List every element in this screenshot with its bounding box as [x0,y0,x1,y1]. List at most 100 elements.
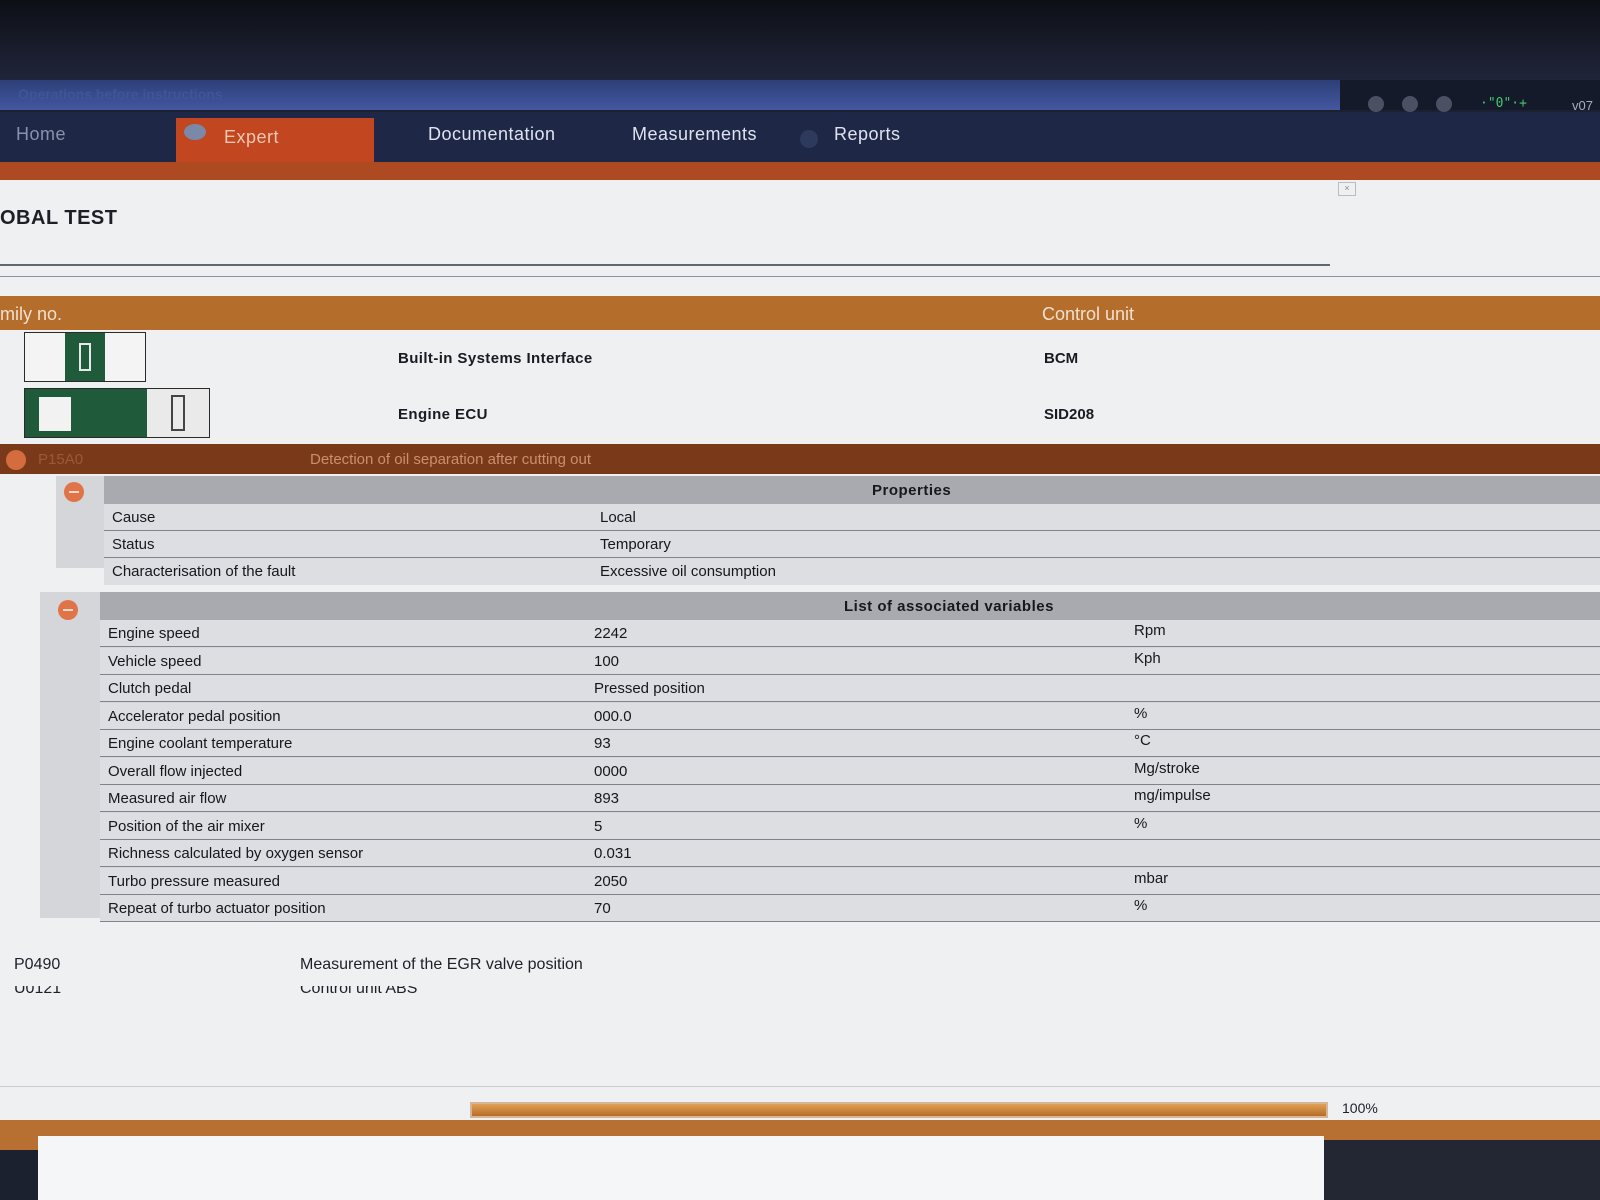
variable-unit: mbar [1134,869,1169,887]
progress-fill [472,1104,1326,1116]
variable-value: 5 [594,817,603,835]
variables-title: List of associated variables [844,598,1054,615]
property-label: Cause [112,509,156,526]
property-row: Cause Local [104,504,1600,531]
fault-description[interactable]: Control unit ABS [300,986,417,996]
back-icon[interactable] [1368,96,1384,112]
property-row: Status Temporary [104,531,1600,558]
table-header: mily no. Control unit [0,296,1600,330]
collapse-icon[interactable] [6,450,26,470]
progress-percent: 100% [1342,1100,1378,1116]
property-label: Characterisation of the fault [112,563,296,580]
variable-value: 2242 [594,625,628,642]
variable-unit: % [1134,814,1148,832]
variable-row: Richness calculated by oxygen sensor 0.03… [100,840,1600,867]
variable-label: Engine speed [108,625,200,642]
ecu-code: SID208 [1044,406,1095,423]
nav-underline [0,162,1600,180]
variable-label: Overall flow injected [108,762,243,780]
fault-description[interactable]: Measurement of the EGR valve position [300,956,583,974]
variable-label: Position of the air mixer [108,817,265,835]
fault-code[interactable]: U0121 [14,986,61,996]
property-value: Excessive oil consumption [600,563,776,580]
page-title: OBAL TEST [0,207,118,229]
column-family-no: mily no. [0,304,63,324]
fault-row-expanded[interactable]: P15A0 Detection of oil separation after … [0,444,1600,474]
property-label: Status [112,536,155,553]
variable-value: 893 [594,790,620,807]
variable-unit: % [1134,897,1148,914]
ecu-row-engine[interactable]: Engine ECU SID208 [0,388,1600,440]
collapse-variables-icon[interactable] [58,600,78,620]
close-icon[interactable]: × [1338,182,1356,196]
fault-code: P15A0 [38,451,84,468]
fault-code[interactable]: P0490 [14,956,60,974]
window-title: Operations before instructions [18,86,223,102]
variable-value: 0.031 [594,845,632,862]
variable-label: Clutch pedal [108,680,192,697]
variable-row: Turbo pressure measured 2050 mbar [100,867,1600,895]
tab-measurements[interactable]: Measurements [632,124,757,145]
variable-unit: Rpm [1134,622,1166,639]
variable-label: Accelerator pedal position [108,707,281,725]
properties-title: Properties [872,482,952,499]
variable-value: 93 [594,735,611,752]
ecu-code: BCM [1044,350,1079,367]
divider [0,1086,1600,1087]
variable-label: Repeat of turbo actuator position [108,900,326,917]
variable-unit: Mg/stroke [1134,759,1200,777]
variable-row: Repeat of turbo actuator position 70% [100,895,1600,922]
ecu-row-bcm[interactable]: Built-in Systems Interface BCM [0,332,1600,384]
bsi-icon [24,332,146,382]
version-label: v07 [1572,98,1593,113]
variable-unit: °C [1134,732,1151,749]
variable-value: 000.0 [594,707,632,725]
progress-bar [470,1102,1328,1118]
property-row: Characterisation of the fault Excessive … [104,558,1600,585]
tab-home[interactable]: Home [16,124,66,145]
variable-row: Position of the air mixer 5% [100,812,1600,840]
variable-row: Clutch pedal Pressed position [100,675,1600,702]
variable-value: 2050 [594,872,628,890]
main-content: × OBAL TEST mily no. Control unit Built-… [0,180,1600,1120]
variable-unit: % [1134,704,1148,722]
variable-value: 70 [594,900,611,917]
variable-row: Overall flow injected 0000 Mg/stroke [100,757,1600,785]
variable-label: Engine coolant temperature [108,735,293,752]
screen-bezel [0,0,1600,80]
variable-label: Vehicle speed [108,652,202,670]
variable-value: Pressed position [594,680,705,697]
divider [0,276,1600,277]
expert-icon [184,124,206,140]
message-panel [38,1136,1324,1200]
refresh-icon[interactable] [1402,96,1418,112]
variable-value: 100 [594,652,620,670]
column-control-unit: Control unit [1042,304,1135,324]
ecu-name: Built-in Systems Interface [398,350,593,367]
fault-description: Detection of oil separation after cuttin… [310,451,592,468]
variable-row: Measured air flow 893 mg/impulse [100,785,1600,812]
variables-panel: List of associated variables Engine spee… [40,592,1600,922]
property-value: Local [600,509,636,526]
collapse-properties-icon[interactable] [64,482,84,502]
tab-documentation[interactable]: Documentation [428,124,556,145]
variable-value: 0000 [594,762,628,780]
reports-icon [800,130,818,148]
tab-reports[interactable]: Reports [834,124,901,145]
variable-unit: mg/impulse [1134,787,1211,804]
help-icon[interactable] [1436,96,1452,112]
variable-label: Turbo pressure measured [108,872,281,890]
clipped-fault-row: U0121 Control unit ABS [0,986,700,996]
property-value: Temporary [600,536,671,553]
properties-header: Properties [104,476,1600,504]
variable-label: Richness calculated by oxygen sensor [108,845,364,862]
variable-label: Measured air flow [108,790,227,807]
variable-unit: Kph [1134,649,1161,667]
tab-expert[interactable]: Expert [176,118,374,162]
window-title-bar: Operations before instructions [0,80,1340,110]
footer-dark-area [1324,1140,1600,1200]
properties-panel: Properties Cause Local Status Temporary [56,476,1600,568]
variable-row: Vehicle speed 100 Kph [100,647,1600,675]
variables-header: List of associated variables [100,592,1600,620]
divider [0,264,1330,266]
